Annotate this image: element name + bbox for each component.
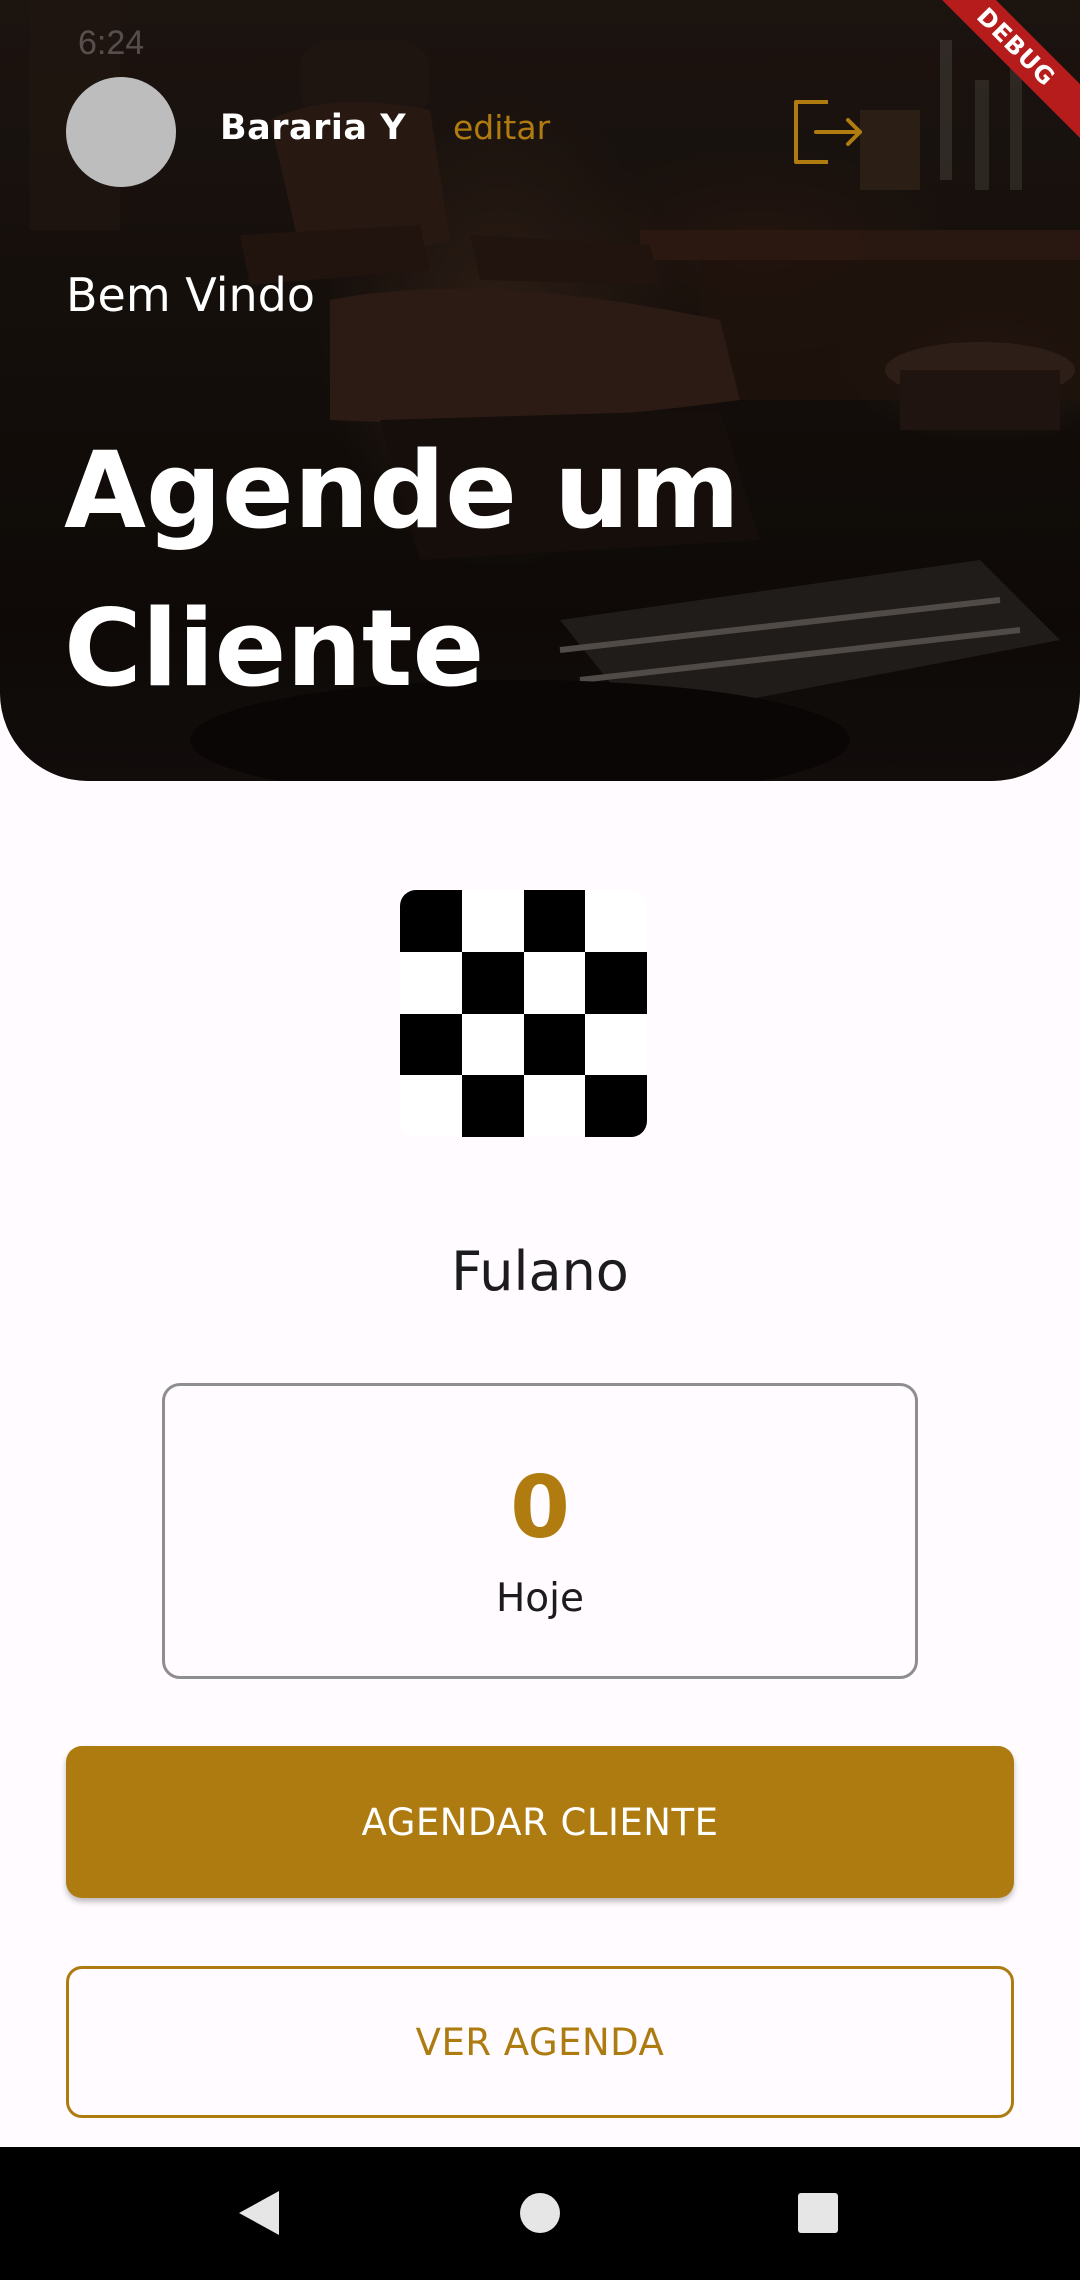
edit-profile-link[interactable]: editar [453,108,550,147]
shop-name: Bararia Y [220,108,407,148]
client-name: Fulano [451,1240,629,1303]
nav-recents-button[interactable] [768,2147,868,2280]
today-stat-card: 0 Hoje [162,1383,918,1679]
nav-home-button[interactable] [490,2147,590,2280]
welcome-text: Bem Vindo [66,268,316,322]
schedule-client-button-label: AGENDAR CLIENTE [361,1800,719,1844]
view-schedule-button-label: VER AGENDA [415,2020,665,2064]
back-triangle-icon [239,2191,279,2235]
today-count: 0 [510,1458,570,1558]
system-navigation-bar [0,2147,1080,2280]
schedule-client-button[interactable]: AGENDAR CLIENTE [66,1746,1014,1898]
nav-back-button[interactable] [209,2147,309,2280]
status-bar-time: 6:24 [78,24,145,62]
today-label: Hoje [495,1576,585,1621]
home-circle-icon [520,2193,560,2233]
page-title-line-2: Cliente [64,587,485,710]
avatar[interactable] [66,77,176,187]
qr-code-icon [400,890,647,1137]
hero-header: 6:24 Bararia Y editar Bem Vindo Agende u… [0,0,1080,781]
recents-square-icon [798,2193,838,2233]
logout-icon [794,100,862,164]
logout-button[interactable] [788,96,868,168]
view-schedule-button[interactable]: VER AGENDA [66,1966,1014,2118]
page-title: Agende um Cliente [64,412,884,728]
page-title-line-1: Agende um [64,429,740,552]
